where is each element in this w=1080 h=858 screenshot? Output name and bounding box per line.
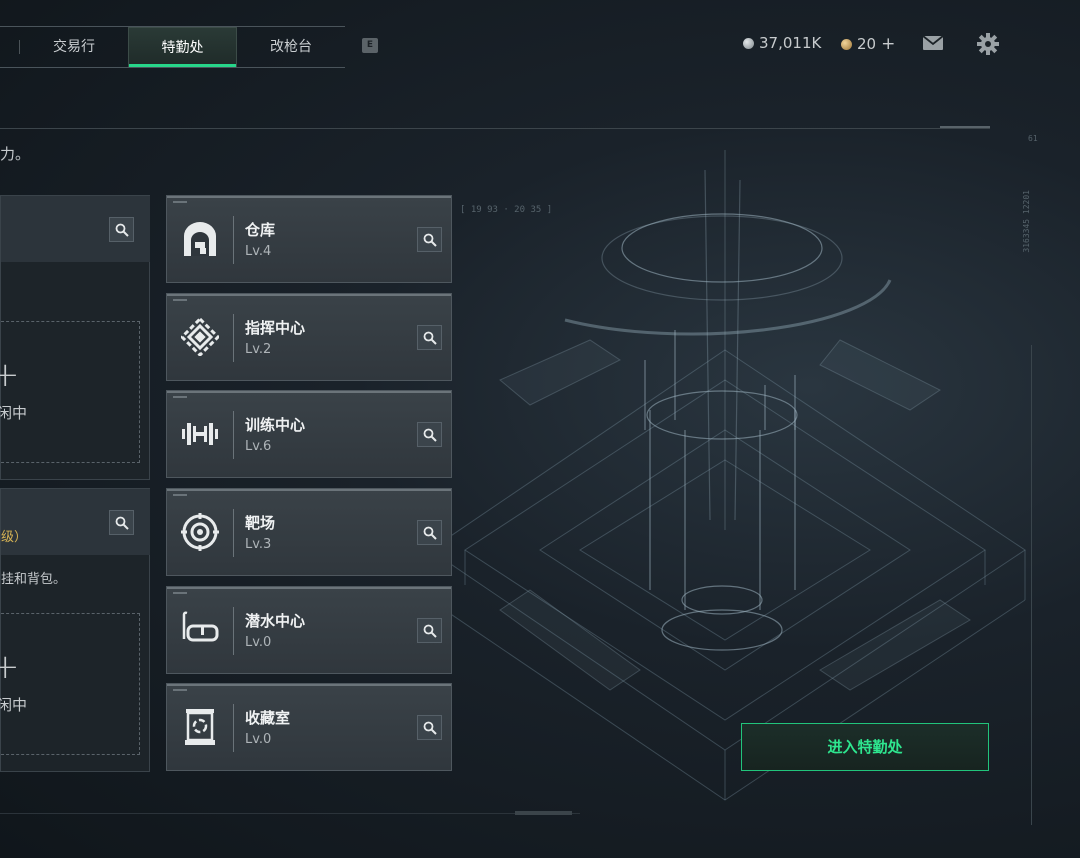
panel-level-badge: 级） xyxy=(1,530,28,545)
card-tag xyxy=(173,201,187,203)
panel-search-button[interactable] xyxy=(109,510,134,535)
slot-status: 闲中 xyxy=(0,696,28,714)
silver-coin-icon xyxy=(743,37,754,49)
search-icon xyxy=(423,331,437,345)
hud-marker: 61 xyxy=(1028,134,1038,143)
command-center-icon xyxy=(181,318,219,356)
facility-level: Lv.0 xyxy=(245,635,272,650)
facility-card-diving-center[interactable]: 潜水中心 Lv.0 xyxy=(166,586,452,674)
mail-icon[interactable] xyxy=(922,35,944,55)
hud-time-range: [ 19 93 · 20 35 ] xyxy=(460,205,553,215)
base-wireframe-illustration xyxy=(440,150,1026,801)
card-tag xyxy=(173,689,187,691)
target-icon xyxy=(181,513,219,551)
empty-production-slot[interactable]: + 闲中 xyxy=(0,321,140,463)
facility-name: 潜水中心 xyxy=(245,612,306,630)
production-panel-2: 级） 挂和背包。 + 闲中 xyxy=(0,488,150,772)
facility-card-shooting-range[interactable]: 靶场 Lv.3 xyxy=(166,488,452,576)
search-icon xyxy=(115,516,129,530)
card-divider xyxy=(233,704,234,752)
add-icon: + xyxy=(0,355,20,395)
add-currency-button[interactable]: + xyxy=(881,34,895,54)
card-divider xyxy=(233,607,234,655)
top-bar: 交易行 特勤处 改枪台 E 37,011K 20 + xyxy=(0,0,1080,70)
dumbbell-icon xyxy=(182,423,218,445)
production-panel-1: + 闲中 xyxy=(0,195,150,480)
facility-level: Lv.2 xyxy=(245,342,272,357)
vault-door-icon xyxy=(184,222,216,256)
facility-name: 训练中心 xyxy=(245,416,306,434)
facility-name: 指挥中心 xyxy=(245,319,306,337)
facility-search-button[interactable] xyxy=(417,520,442,545)
facility-card-warehouse[interactable]: 仓库 Lv.4 xyxy=(166,195,452,283)
search-icon xyxy=(423,233,437,247)
facility-name: 仓库 xyxy=(245,221,276,239)
gold-coin-icon xyxy=(841,38,852,50)
facility-card-training-center[interactable]: 训练中心 Lv.6 xyxy=(166,390,452,478)
header-divider-accent xyxy=(940,126,990,128)
panel-search-button[interactable] xyxy=(109,217,134,242)
facility-search-button[interactable] xyxy=(417,325,442,350)
footer-scroll-indicator xyxy=(515,811,572,815)
card-divider xyxy=(233,411,234,459)
facility-level: Lv.4 xyxy=(245,244,272,259)
hud-vertical-line xyxy=(1031,345,1032,825)
facility-level: Lv.6 xyxy=(245,439,272,454)
diving-mask-icon xyxy=(182,611,219,642)
tab-trading[interactable]: 交易行 xyxy=(20,27,128,67)
facility-name: 靶场 xyxy=(245,514,276,532)
facility-search-button[interactable] xyxy=(417,227,442,252)
facility-level: Lv.3 xyxy=(245,537,272,552)
empty-production-slot[interactable]: + 闲中 xyxy=(0,613,140,755)
next-tab-hotkey[interactable]: E xyxy=(362,38,378,53)
facility-card-collection-room[interactable]: 收藏室 Lv.0 xyxy=(166,683,452,771)
card-tag xyxy=(173,494,187,496)
facility-card-command-center[interactable]: 指挥中心 Lv.2 xyxy=(166,293,452,381)
currency-secondary[interactable]: 20 + xyxy=(841,34,895,54)
slot-status: 闲中 xyxy=(0,404,28,422)
hud-coordinates: 3163345 12201 xyxy=(1022,190,1031,253)
card-tag xyxy=(173,396,187,398)
search-icon xyxy=(423,428,437,442)
card-tag xyxy=(173,299,187,301)
facility-search-button[interactable] xyxy=(417,618,442,643)
facility-level: Lv.0 xyxy=(245,732,272,747)
tab-bar: 交易行 特勤处 改枪台 xyxy=(0,26,345,68)
card-divider xyxy=(233,216,234,264)
tab-special-ops[interactable]: 特勤处 xyxy=(128,27,237,67)
enter-special-ops-button[interactable]: 进入特勤处 xyxy=(741,723,989,771)
header-divider xyxy=(0,128,990,129)
tab-gunsmith[interactable]: 改枪台 xyxy=(237,27,345,67)
currency-primary-value: 37,011K xyxy=(759,34,822,52)
card-tag xyxy=(173,592,187,594)
card-divider xyxy=(233,314,234,362)
intro-text: 力。 xyxy=(0,145,31,163)
display-case-icon xyxy=(185,709,215,745)
card-divider xyxy=(233,509,234,557)
search-icon xyxy=(423,624,437,638)
facility-name: 收藏室 xyxy=(245,709,291,727)
search-icon xyxy=(423,721,437,735)
gear-icon[interactable] xyxy=(977,33,999,59)
panel-description: 挂和背包。 xyxy=(1,572,67,587)
add-icon: + xyxy=(0,647,20,687)
facility-search-button[interactable] xyxy=(417,422,442,447)
facility-search-button[interactable] xyxy=(417,715,442,740)
search-icon xyxy=(423,526,437,540)
currency-secondary-value: 20 xyxy=(857,35,877,53)
footer-line xyxy=(0,813,580,814)
currency-primary: 37,011K xyxy=(743,34,821,52)
search-icon xyxy=(115,223,129,237)
